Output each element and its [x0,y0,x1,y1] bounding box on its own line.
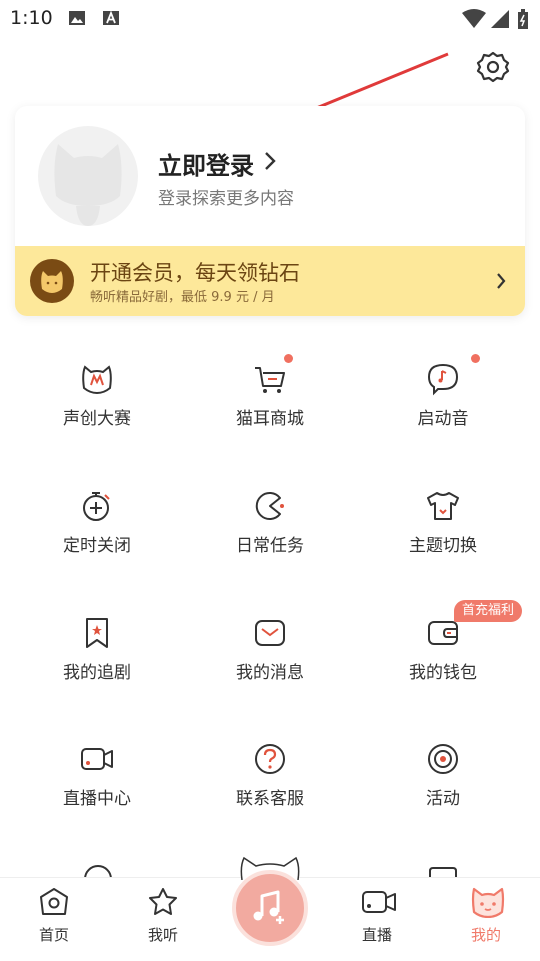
grid-label: 活动 [426,789,460,809]
cat-mic-icon [82,365,112,395]
grid-label: 猫耳商城 [236,409,304,429]
profile-card: 立即登录 登录探索更多内容 开通会员，每天领钻石 畅听精品好剧，最低 9.9 元… [15,106,525,316]
grid-item-sleep-timer[interactable]: 定时关闭 [11,489,183,589]
grid-label: 启动音 [417,409,469,429]
avatar[interactable] [38,126,138,226]
cat-face-icon [471,887,505,918]
grid-item-messages[interactable]: 我的消息 [184,616,356,716]
grid-label: 定时关闭 [63,536,131,556]
first-recharge-badge: 首充福利 [454,600,523,622]
vip-cat-badge-icon [30,259,74,303]
font-icon [103,10,119,25]
grid-item-shop[interactable]: 猫耳商城 [184,362,356,462]
cart-icon [255,367,285,393]
notification-dot [471,354,480,363]
star-icon [149,888,177,915]
battery-icon [518,9,528,29]
status-bar: 1:10 [0,0,540,36]
grid-item-my-shows[interactable]: 我的追剧 [11,616,183,716]
tab-live[interactable]: 直播 [337,878,417,961]
help-icon [255,744,285,774]
grid-item-customer-service[interactable]: 联系客服 [184,742,356,842]
tab-label: 首页 [38,926,69,944]
login-subtitle: 登录探索更多内容 [158,189,294,209]
message-icon [255,620,285,646]
grid-label: 我的追剧 [63,663,131,683]
tab-label: 直播 [361,926,392,944]
grid-item-activities[interactable]: 活动 [357,742,529,842]
tab-mine[interactable]: 我的 [446,878,526,961]
notification-dot [284,354,293,363]
tab-label: 我的 [470,926,501,944]
grid-label: 我的钱包 [409,663,477,683]
grid-label: 我的消息 [236,663,304,683]
tab-label: 我听 [147,926,178,944]
pacman-icon [255,492,284,520]
center-create-button[interactable] [232,870,308,946]
grid-item-theme[interactable]: 主题切换 [357,489,529,589]
wifi-icon [462,9,486,28]
tshirt-icon [427,492,459,520]
vip-subtitle: 畅听精品好剧，最低 9.9 元 / 月 [90,290,275,305]
camera-icon [81,748,113,770]
grid-item-boot-sound[interactable]: 启动音 [357,362,529,462]
chevron-right-icon[interactable] [263,150,277,172]
grid-label: 日常任务 [236,536,304,556]
status-time: 1:10 [10,7,53,29]
chevron-right-icon [497,273,506,289]
grid-item-wallet[interactable]: 我的钱包 [357,616,529,716]
video-icon [362,891,396,913]
tab-home[interactable]: 首页 [14,878,94,961]
image-icon [69,11,85,25]
settings-gear-icon[interactable] [476,50,510,84]
cat-avatar-icon [54,144,122,226]
grid-label: 声创大赛 [63,409,131,429]
music-bubble-icon [427,363,459,396]
vip-title: 开通会员，每天领钻石 [90,261,300,285]
vip-banner[interactable]: 开通会员，每天领钻石 畅听精品好剧，最低 9.9 元 / 月 [15,246,525,316]
timer-icon [83,492,110,521]
grid-item-voice-contest[interactable]: 声创大赛 [11,362,183,462]
music-plus-icon [253,890,284,924]
grid-item-daily-tasks[interactable]: 日常任务 [184,489,356,589]
home-icon [40,888,68,915]
target-icon [428,744,458,774]
grid-item-live-center[interactable]: 直播中心 [11,742,183,842]
signal-icon [491,10,509,28]
grid-label: 直播中心 [63,789,131,809]
grid-label: 主题切换 [409,536,477,556]
tab-listen[interactable]: 我听 [123,878,203,961]
login-title[interactable]: 立即登录 [158,146,254,181]
grid-label: 联系客服 [236,789,304,809]
bookmark-icon [86,618,108,648]
